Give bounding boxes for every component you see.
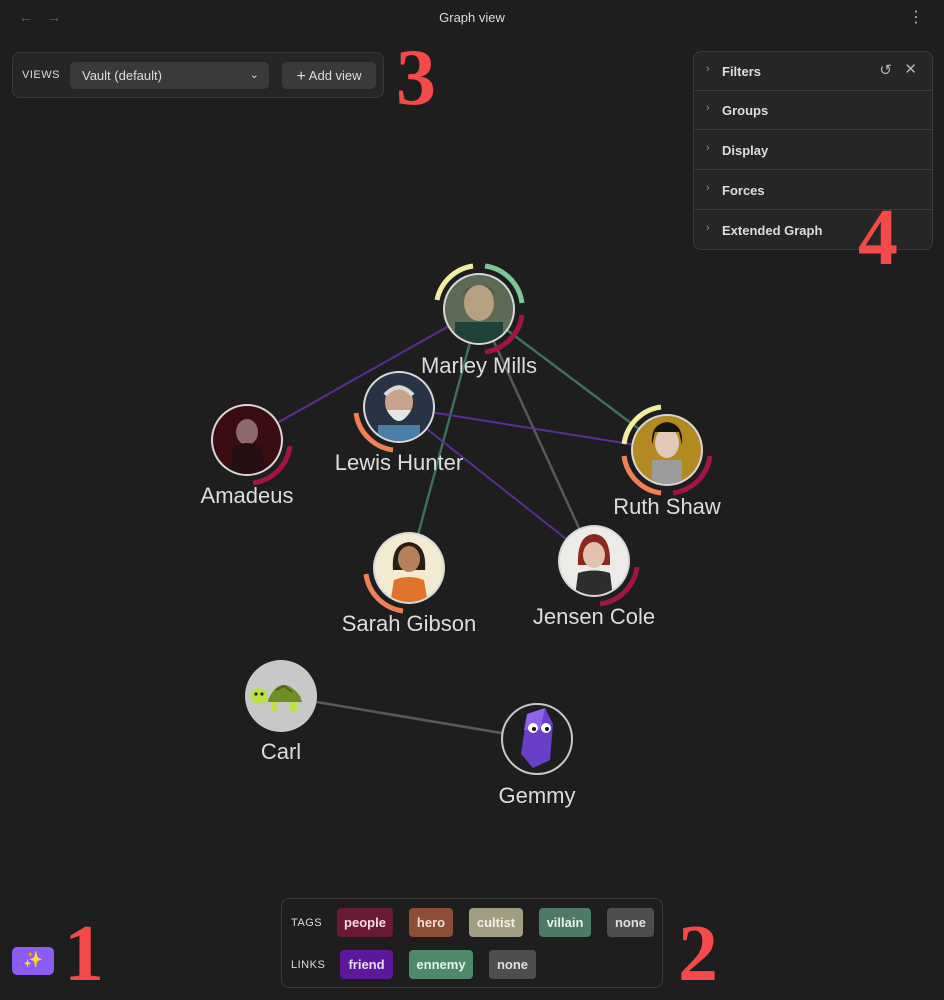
sparkles-button[interactable]: ✨	[12, 947, 54, 975]
chevron-right-icon: ›	[706, 142, 710, 154]
graph-node-gemmy[interactable]: Gemmy	[499, 703, 576, 808]
graph-node-lewis-hunter[interactable]: Lewis Hunter	[335, 371, 463, 475]
graph-node-amadeus[interactable]: Amadeus	[201, 404, 294, 508]
graph-node-jensen-cole[interactable]: Jensen Cole	[533, 525, 655, 629]
settings-section-label: Forces	[722, 183, 765, 198]
sparkles-icon: ✨	[23, 952, 43, 969]
chevron-right-icon: ›	[706, 182, 710, 194]
legend-links-label: LINKS	[291, 959, 326, 971]
settings-section-display[interactable]: › Display	[694, 131, 932, 170]
settings-section-groups[interactable]: › Groups	[694, 91, 932, 130]
tag-chip-villain[interactable]: villain	[539, 908, 591, 937]
node-label: Jensen Cole	[533, 604, 655, 629]
graph-node-carl[interactable]: Carl	[245, 660, 317, 764]
link-chip-friend[interactable]: friend	[340, 950, 393, 979]
graph-node-ruth-shaw[interactable]: Ruth Shaw	[613, 404, 721, 519]
node-label: Gemmy	[499, 783, 576, 808]
add-view-button[interactable]: + Add view	[282, 62, 376, 89]
tag-chip-hero[interactable]: hero	[409, 908, 453, 937]
link-chip-none[interactable]: none	[489, 950, 536, 979]
chevron-right-icon: ›	[706, 102, 710, 114]
node-label: Amadeus	[201, 483, 294, 508]
graph-node-sarah-gibson[interactable]: Sarah Gibson	[342, 532, 477, 636]
tag-chip-people[interactable]: people	[337, 908, 393, 937]
annotation-marker-4: 4	[858, 194, 898, 282]
annotation-marker-1: 1	[64, 910, 104, 998]
views-select-value: Vault (default)	[82, 68, 162, 83]
plus-icon: +	[296, 68, 306, 85]
graph-node-marley-mills[interactable]: Marley Mills	[421, 263, 537, 378]
chevron-right-icon: ›	[706, 222, 710, 234]
node-label: Marley Mills	[421, 353, 537, 378]
settings-section-label: Groups	[722, 103, 769, 118]
annotation-marker-3: 3	[396, 34, 436, 122]
annotation-marker-2: 2	[678, 910, 718, 998]
tag-chip-none[interactable]: none	[607, 908, 654, 937]
graph-edge	[407, 308, 481, 569]
settings-section-label: Filters	[722, 64, 762, 79]
chevron-right-icon: ›	[706, 63, 710, 75]
views-label: VIEWS	[22, 69, 60, 81]
graph-edge	[280, 694, 538, 741]
settings-section-label: Extended Graph	[722, 223, 823, 238]
legend-panel: TAGS people hero cultist villain none LI…	[281, 898, 663, 988]
node-label: Ruth Shaw	[613, 494, 721, 519]
node-label: Sarah Gibson	[342, 611, 477, 636]
views-panel: VIEWS Vault (default) ⌄ + Add view	[12, 52, 384, 98]
close-icon[interactable]: ✕	[904, 62, 917, 78]
node-label: Lewis Hunter	[335, 450, 463, 475]
chevron-down-icon: ⌄	[249, 69, 259, 81]
settings-section-filters[interactable]: › Filters ↺ ✕	[694, 52, 932, 91]
add-view-label: Add view	[308, 68, 362, 83]
node-label: Carl	[261, 739, 301, 764]
link-chip-ennemy[interactable]: ennemy	[409, 950, 473, 979]
rotate-ccw-icon[interactable]: ↺	[879, 63, 892, 79]
legend-tags-label: TAGS	[291, 917, 323, 929]
settings-section-label: Display	[722, 143, 769, 158]
views-select[interactable]: Vault (default) ⌄	[70, 62, 269, 89]
tag-chip-cultist[interactable]: cultist	[469, 908, 523, 937]
